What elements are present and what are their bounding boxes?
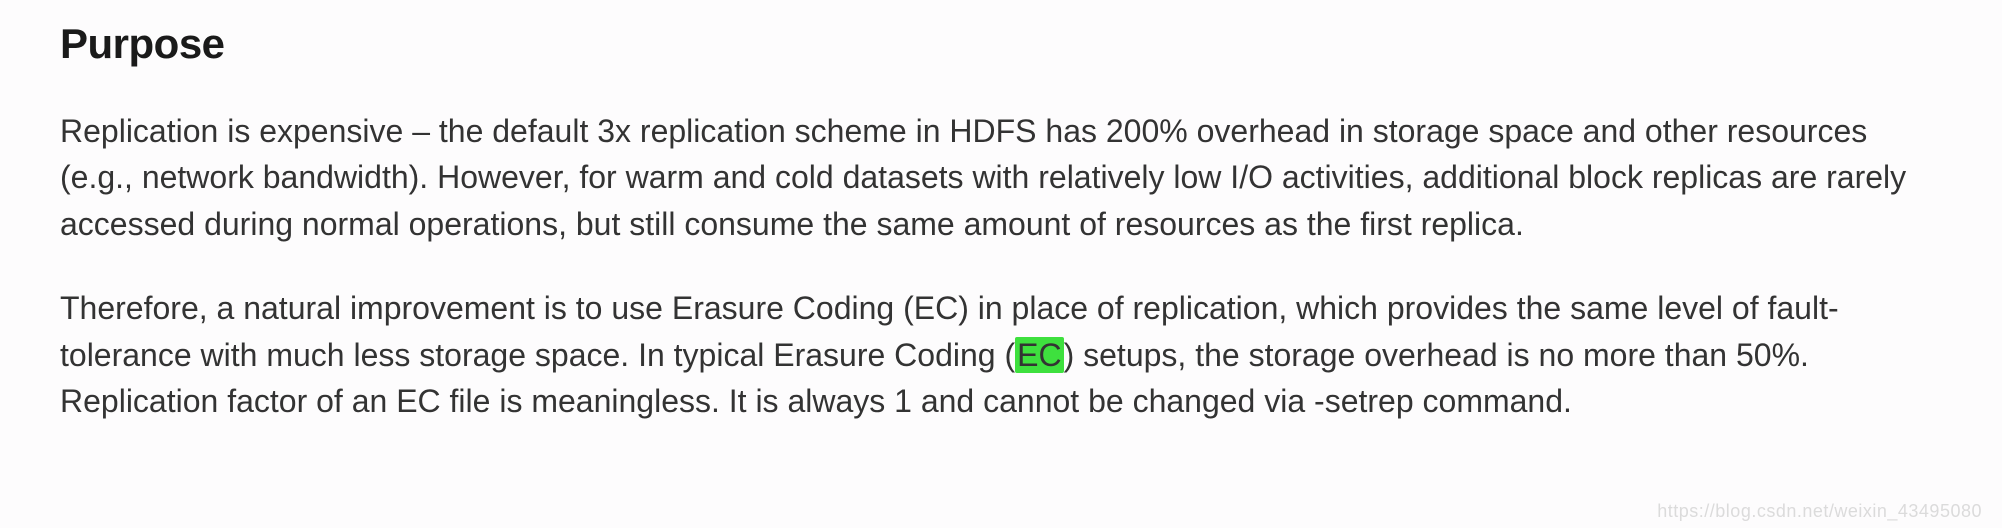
highlighted-text: EC <box>1015 337 1063 373</box>
paragraph-2: Therefore, a natural improvement is to u… <box>60 285 1940 424</box>
paragraph-1: Replication is expensive – the default 3… <box>60 108 1940 247</box>
section-heading: Purpose <box>60 20 1942 68</box>
watermark-text: https://blog.csdn.net/weixin_43495080 <box>1657 501 1982 522</box>
